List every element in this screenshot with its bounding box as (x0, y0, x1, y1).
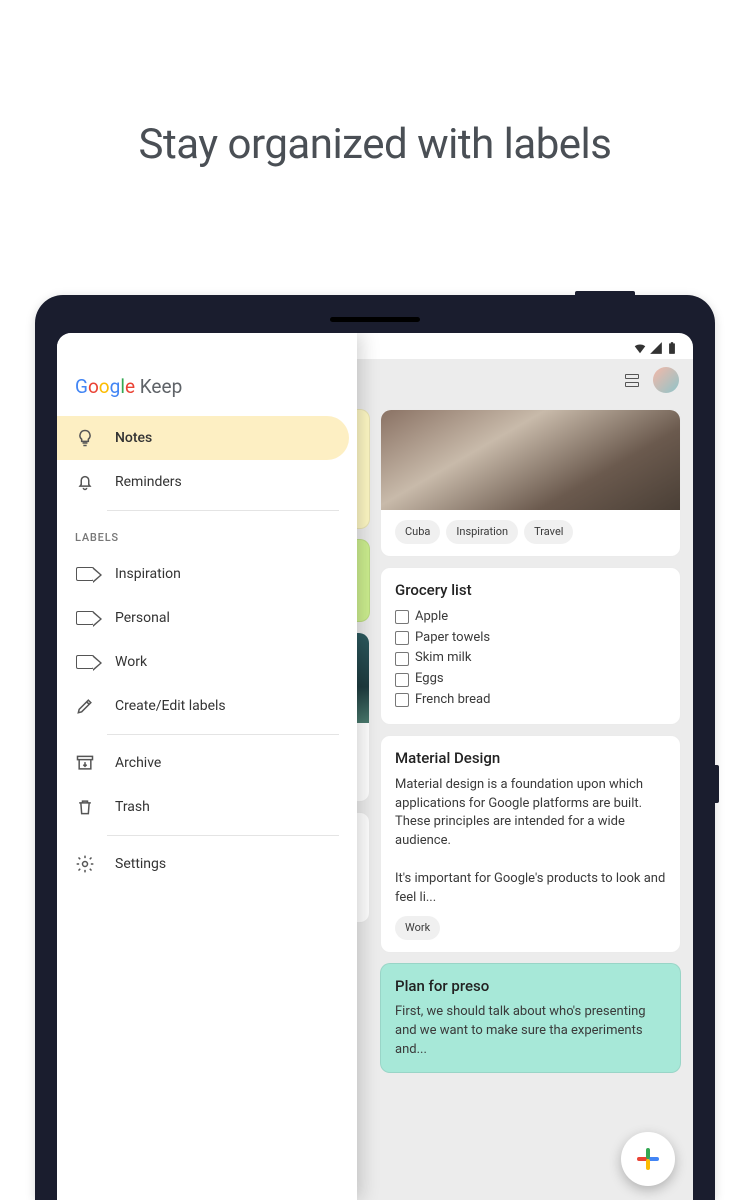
note-card[interactable]: Plan for preso First, we should talk abo… (380, 963, 681, 1073)
tablet-notch (330, 317, 420, 322)
battery-icon (665, 341, 679, 355)
nav-label-work[interactable]: Work (57, 640, 349, 684)
pencil-icon (75, 696, 95, 716)
nav-label: Notes (115, 430, 152, 446)
note-image (381, 410, 680, 510)
nav-label: Reminders (115, 474, 182, 490)
nav-settings[interactable]: Settings (57, 842, 349, 886)
note-card[interactable]: Cuba Inspiration Travel (380, 409, 681, 557)
checklist-item[interactable]: Paper towels (395, 629, 666, 648)
label-chip[interactable]: Cuba (395, 520, 440, 544)
nav-reminders[interactable]: Reminders (57, 460, 349, 504)
trash-icon (75, 797, 95, 817)
marketing-headline: Stay organized with labels (0, 0, 750, 169)
plus-icon (637, 1148, 659, 1170)
nav-label: Personal (115, 610, 170, 626)
divider (107, 734, 339, 735)
brand-logo: Google Keep (57, 361, 357, 416)
wifi-icon (633, 341, 647, 355)
avatar[interactable] (653, 367, 679, 393)
nav-label: Settings (115, 856, 166, 872)
tablet-power-button (575, 291, 635, 295)
note-title: Plan for preso (395, 976, 666, 998)
note-title: Material Design (395, 748, 666, 770)
label-icon (75, 608, 95, 628)
nav-label: Trash (115, 799, 150, 815)
checklist-item[interactable]: French bread (395, 691, 666, 710)
tablet-frame: 5:04 bout , with Gen m about launch (35, 295, 715, 1200)
tablet-volume-button (715, 765, 719, 803)
nav-create-edit-labels[interactable]: Create/Edit labels (57, 684, 349, 728)
note-body: Material design is a foundation upon whi… (395, 776, 666, 851)
note-body: It's important for Google's products to … (395, 870, 666, 908)
nav-archive[interactable]: Archive (57, 741, 349, 785)
status-icons (633, 341, 679, 355)
labels-header: LABELS (57, 517, 357, 552)
nav-notes[interactable]: Notes (57, 416, 349, 460)
nav-label: Archive (115, 755, 161, 771)
nav-label: Work (115, 654, 147, 670)
navigation-drawer: Google Keep Notes Reminders LABELS Inspi… (57, 333, 357, 1200)
view-toggle-icon[interactable] (625, 374, 639, 387)
note-body: First, we should talk about who's presen… (395, 1003, 666, 1060)
nav-label-inspiration[interactable]: Inspiration (57, 552, 349, 596)
divider (107, 510, 339, 511)
note-card[interactable]: Material Design Material design is a fou… (380, 735, 681, 953)
new-note-fab[interactable] (621, 1132, 675, 1186)
nav-label: Inspiration (115, 566, 181, 582)
nav-trash[interactable]: Trash (57, 785, 349, 829)
checklist-item[interactable]: Eggs (395, 670, 666, 689)
bell-icon (75, 472, 95, 492)
label-chip[interactable]: Work (395, 916, 440, 940)
label-chip[interactable]: Travel (524, 520, 573, 544)
checklist-item[interactable]: Skim milk (395, 649, 666, 668)
note-card[interactable]: Grocery list Apple Paper towels Skim mil… (380, 567, 681, 725)
divider (107, 835, 339, 836)
label-icon (75, 652, 95, 672)
nav-label: Create/Edit labels (115, 698, 226, 714)
nav-label-personal[interactable]: Personal (57, 596, 349, 640)
note-title: Grocery list (395, 580, 666, 602)
screen: 5:04 bout , with Gen m about launch (57, 333, 693, 1200)
lightbulb-icon (75, 428, 95, 448)
label-chip[interactable]: Inspiration (446, 520, 518, 544)
archive-icon (75, 753, 95, 773)
signal-icon (649, 341, 663, 355)
gear-icon (75, 854, 95, 874)
label-icon (75, 564, 95, 584)
checklist-item[interactable]: Apple (395, 608, 666, 627)
